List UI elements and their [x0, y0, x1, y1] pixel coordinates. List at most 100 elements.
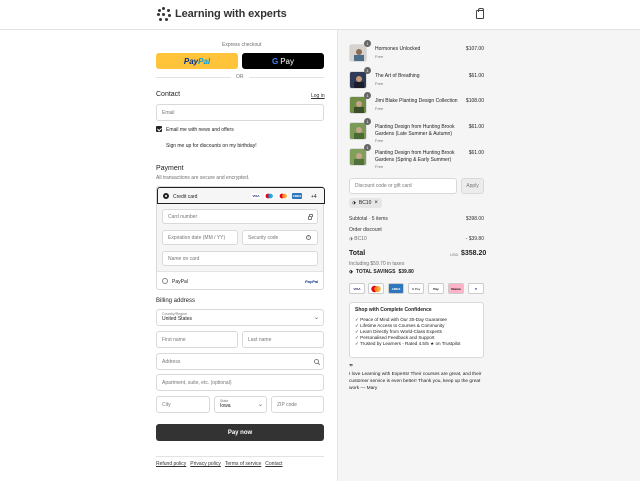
state-select[interactable]: State Iowa ⌄	[214, 396, 267, 413]
last-name-placeholder: Last name	[248, 336, 272, 343]
country-select[interactable]: Country/Region United States ⌄	[156, 309, 324, 326]
security-placeholder: Security code	[248, 234, 279, 241]
savings-value: $39.80	[398, 269, 414, 275]
savings-label: TOTAL SAVINGS	[355, 269, 396, 275]
confidence-box: Shop with Complete Confidence ✓ Peace of…	[349, 302, 484, 358]
lock-icon	[308, 214, 313, 220]
pay-now-button[interactable]: Pay now	[156, 424, 324, 441]
item-price: $61.00	[468, 150, 484, 156]
express-checkout-label: Express checkout	[222, 42, 262, 48]
birthday-label: Sign me up for discounts on my birthday!	[166, 143, 257, 149]
item-subtext: Free	[375, 81, 384, 86]
zip-field[interactable]: ZIP code	[271, 396, 324, 413]
subtotal-label: Subtotal · 5 items	[349, 216, 388, 222]
login-link[interactable]: Log in	[311, 93, 325, 99]
item-price: $108.00	[465, 98, 484, 104]
confidence-title: Shop with Complete Confidence	[355, 307, 432, 313]
card-fields: Card number Expiration date (MM / YY) Se…	[157, 204, 323, 272]
apply-button[interactable]: Apply	[461, 178, 484, 194]
apartment-placeholder: Apartment, suite, etc. (optional)	[162, 379, 232, 386]
google-pay-button[interactable]: G Pay	[242, 53, 324, 69]
last-name-field[interactable]: Last name	[242, 331, 324, 348]
birthday-checkbox[interactable]	[156, 142, 162, 148]
paypal-logo-b: Pal	[198, 56, 211, 66]
credit-card-radio[interactable]	[163, 193, 169, 199]
item-quantity-badge: 1	[364, 144, 371, 151]
item-name: Jimi Blake Planting Design Collection	[375, 98, 458, 104]
security-code-field[interactable]: Security code?	[242, 230, 318, 245]
visa-icon: VISA	[251, 193, 261, 199]
item-quantity-badge: 1	[364, 92, 371, 99]
news-checkbox[interactable]	[156, 126, 162, 132]
payment-subtitle: All transactions are secure and encrypte…	[156, 175, 250, 181]
item-thumbnail	[349, 71, 367, 89]
name-on-card-placeholder: Name on card	[168, 255, 200, 262]
terms-link[interactable]: Terms of service	[225, 461, 261, 467]
or-divider: OR	[156, 74, 324, 80]
item-thumbnail	[349, 44, 367, 62]
item-subtext: Free	[375, 164, 384, 169]
apple-pay-icon: Pay	[428, 283, 444, 294]
google-pay-icon: G Pay	[408, 283, 424, 294]
discount-tag-code: BC10	[358, 200, 372, 206]
order-discount-label: Order discount	[349, 227, 382, 233]
discount-placeholder: Discount code or gift card	[355, 183, 412, 189]
or-text: OR	[236, 74, 244, 80]
paypal-logo-a: Pay	[183, 56, 199, 66]
apple-pay-label: Pay	[433, 286, 439, 291]
confidence-item: ✓ Trusted by Learners - Rated 4.5/5 ★ on…	[355, 341, 461, 346]
credit-card-label: Credit card	[173, 194, 198, 200]
contact-link[interactable]: Contact	[265, 461, 282, 467]
payment-methods: Credit card VISA AMEX +4 Card number Exp…	[156, 186, 325, 290]
email-placeholder: Email	[162, 109, 175, 116]
city-field[interactable]: City	[156, 396, 210, 413]
item-quantity-badge: 1	[364, 118, 371, 125]
item-name: Planting Design from Hunting Brook Garde…	[375, 150, 455, 163]
news-label: Email me with news and offers	[166, 127, 234, 133]
name-on-card-field[interactable]: Name on card	[162, 251, 318, 266]
chevron-down-icon: ⌄	[258, 402, 264, 408]
discount-code-field[interactable]: Discount code or gift card	[349, 178, 457, 194]
item-quantity-badge: 1	[364, 67, 371, 74]
close-icon[interactable]: ×	[374, 200, 378, 206]
city-placeholder: City	[162, 401, 171, 408]
paypal-express-button[interactable]: Pay Pal	[156, 53, 238, 69]
visa-icon: VISA	[349, 283, 365, 294]
total-value: $358.20	[461, 250, 487, 257]
item-price: $107.00	[465, 46, 484, 52]
taxes-note: Including $59.70 in taxes	[349, 261, 405, 267]
logo-icon	[157, 7, 171, 21]
tag-icon: ⬗	[352, 200, 356, 206]
first-name-field[interactable]: First name	[156, 331, 238, 348]
gpay-label: Pay	[280, 56, 295, 66]
brand-name: Learning with experts	[175, 8, 287, 20]
privacy-policy-link[interactable]: Privacy policy	[190, 461, 221, 467]
card-number-field[interactable]: Card number	[162, 209, 318, 224]
testimonial-text: I love Learning with Experts! Their cour…	[349, 372, 482, 391]
item-name: Planting Design from Hunting Brook Garde…	[375, 124, 455, 137]
refund-policy-link[interactable]: Refund policy	[156, 461, 186, 467]
expiration-field[interactable]: Expiration date (MM / YY)	[162, 230, 238, 245]
maestro-icon	[264, 193, 274, 199]
paypal-logo-icon: PayPal	[305, 279, 319, 284]
paypal-option[interactable]: PayPal PayPal	[157, 272, 323, 290]
site-header: Learning with experts	[0, 0, 640, 30]
address-field[interactable]: Address	[156, 353, 324, 370]
zip-placeholder: ZIP code	[277, 401, 297, 408]
shopping-bag-icon[interactable]	[476, 8, 484, 19]
apartment-field[interactable]: Apartment, suite, etc. (optional)	[156, 374, 324, 391]
footer-divider	[156, 456, 324, 457]
chevron-down-icon: ⌄	[314, 315, 320, 321]
email-field[interactable]: Email	[156, 104, 324, 121]
item-name: Hormones Unlocked	[375, 46, 421, 52]
amex-icon: AMEX	[292, 193, 302, 199]
credit-card-option[interactable]: Credit card VISA AMEX +4	[157, 187, 325, 204]
currency-code: USD	[450, 252, 459, 257]
cart-item: 1 Planting Design from Hunting Brook Gar…	[349, 144, 484, 169]
mastercard-icon	[278, 193, 288, 199]
brand-logo[interactable]: Learning with experts	[157, 7, 287, 21]
first-name-placeholder: First name	[162, 336, 186, 343]
footer-links: Refund policy Privacy policy Terms of se…	[156, 461, 283, 467]
question-icon[interactable]: ?	[306, 235, 311, 240]
paypal-radio[interactable]	[162, 278, 168, 284]
